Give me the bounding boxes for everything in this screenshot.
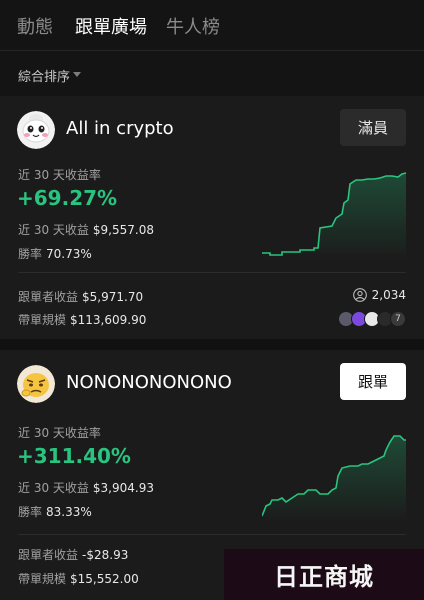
- aum-label: 帶單規模: [18, 572, 67, 586]
- caret-down-icon[interactable]: [73, 72, 81, 77]
- roi-sparkline: [262, 435, 406, 522]
- pnl-value: $9,557.08: [92, 223, 154, 237]
- more-coins-badge: 7: [390, 311, 406, 327]
- tab-leaderboard[interactable]: 牛人榜: [166, 13, 220, 39]
- trader-card[interactable]: All in crypto 滿員 近 30 天收益率 +69.27% 近 30 …: [0, 96, 424, 339]
- roi-value: +311.40%: [17, 444, 131, 468]
- roi-label: 近 30 天收益率: [18, 426, 101, 440]
- trader-name[interactable]: NONONONONONO: [66, 372, 232, 393]
- roi-label: 近 30 天收益率: [18, 168, 101, 182]
- divider: [18, 272, 406, 273]
- roi-value: +69.27%: [17, 186, 118, 210]
- watermark-logo: 日正商城: [224, 549, 424, 600]
- aum-row: 帶單規模 $113,609.90: [18, 311, 146, 328]
- winrate-row: 勝率 70.73%: [18, 245, 92, 262]
- aum-value: $113,609.90: [70, 313, 147, 327]
- full-button[interactable]: 滿員: [340, 109, 406, 146]
- winrate-label: 勝率: [18, 247, 43, 261]
- follower-pnl-value: $5,971.70: [82, 290, 144, 304]
- aum-label: 帶單規模: [18, 313, 67, 327]
- followers-count: 2,034: [352, 288, 406, 302]
- sort-bar: 綜合排序: [0, 50, 424, 96]
- sort-dropdown[interactable]: 綜合排序: [18, 66, 70, 85]
- trader-avatar[interactable]: [17, 111, 55, 149]
- follower-pnl-row: 跟單者收益 -$28.93: [18, 546, 128, 563]
- pnl-value: $3,904.93: [92, 481, 154, 495]
- winrate-label: 勝率: [18, 505, 43, 519]
- tab-copy-trading-square[interactable]: 跟單廣場: [75, 13, 147, 39]
- follower-pnl-value: -$28.93: [82, 548, 129, 562]
- top-tab-bar: 動態 跟單廣場 牛人榜: [0, 0, 424, 50]
- follow-button[interactable]: 跟單: [340, 363, 406, 400]
- divider: [18, 534, 406, 535]
- aum-row: 帶單規模 $15,552.00: [18, 570, 139, 587]
- traded-coins: 7: [338, 310, 406, 328]
- follower-pnl-row: 跟單者收益 $5,971.70: [18, 288, 143, 305]
- follower-pnl-label: 跟單者收益: [18, 548, 79, 562]
- winrate-row: 勝率 83.33%: [18, 503, 92, 520]
- pnl-row: 近 30 天收益 $9,557.08: [18, 221, 154, 238]
- roi-sparkline: [262, 172, 407, 260]
- winrate-value: 83.33%: [46, 505, 92, 519]
- follower-pnl-label: 跟單者收益: [18, 290, 79, 304]
- card-separator: [0, 339, 424, 350]
- pnl-row: 近 30 天收益 $3,904.93: [18, 479, 154, 496]
- pnl-label: 近 30 天收益: [18, 481, 89, 495]
- aum-value: $15,552.00: [70, 572, 139, 586]
- followers-value: 2,034: [371, 288, 406, 302]
- user-icon: [352, 288, 367, 302]
- pnl-label: 近 30 天收益: [18, 223, 89, 237]
- tab-feed[interactable]: 動態: [17, 13, 53, 39]
- trader-avatar[interactable]: [17, 365, 55, 403]
- trader-name[interactable]: All in crypto: [66, 118, 174, 139]
- winrate-value: 70.73%: [46, 247, 92, 261]
